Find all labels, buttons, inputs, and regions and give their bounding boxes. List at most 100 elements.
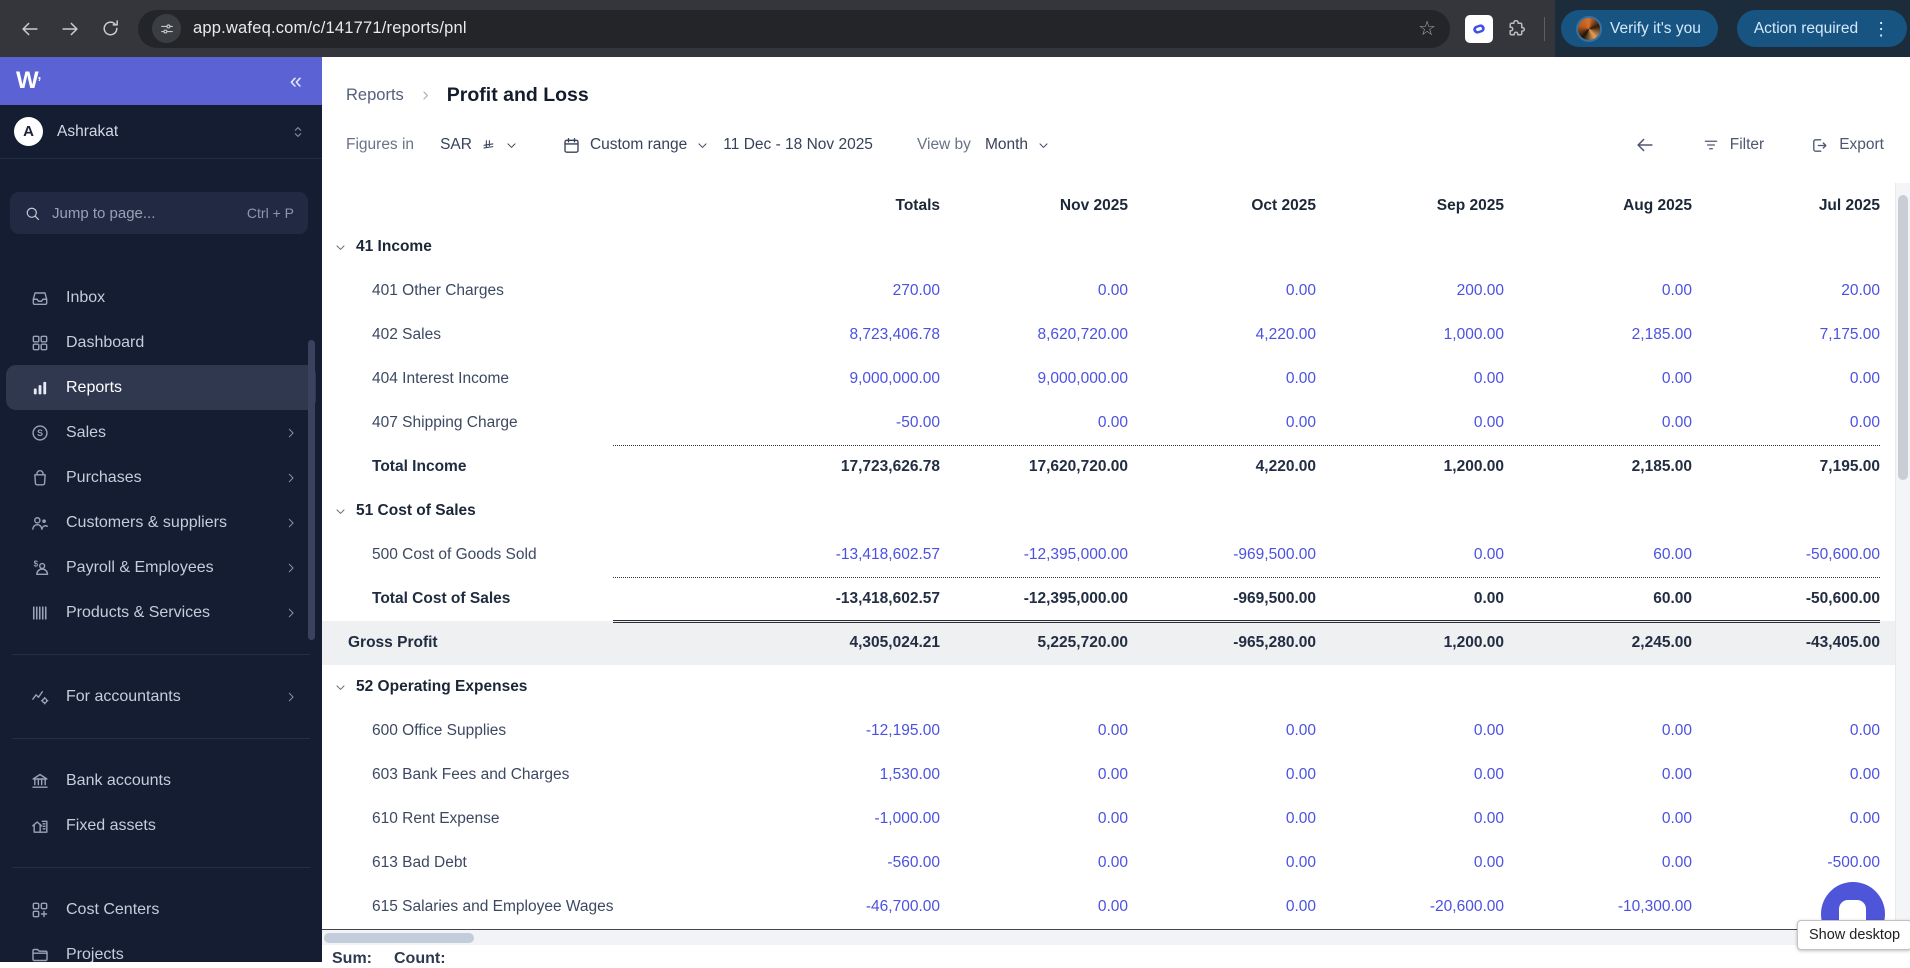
report-toolbar: Figures in SAR Custom range 11 Dec - 18 … [322,127,1910,163]
bookmark-star-icon[interactable]: ☆ [1418,19,1436,39]
account-row[interactable]: 613 Bad Debt -560.00 0.00 0.00 0.00 0.00 -500.… [322,841,1895,885]
export-button[interactable]: Export [1810,136,1884,155]
value-cell: -43,405.00 [1805,634,1880,651]
sidebar-item-customers-suppliers[interactable]: Customers & suppliers [0,500,322,545]
sidebar-divider [12,867,310,868]
fixed-icon [30,816,50,836]
value-cell: 17,620,720.00 [1028,458,1128,475]
value-cell: -50,600.00 [1805,590,1880,607]
value-cell: -12,395,000.00 [1023,590,1128,607]
horizontal-scrollbar[interactable] [322,929,1895,945]
sidebar-item-cost-centers[interactable]: Cost Centers [0,887,322,932]
action-required-button[interactable]: Action required ⋮ [1736,10,1908,47]
kebab-menu-icon[interactable]: ⋮ [1872,20,1890,38]
sidebar-item-reports[interactable]: Reports [6,365,316,410]
breadcrumb-reports[interactable]: Reports [346,86,404,105]
account-row[interactable]: 615 Salaries and Employee Wages -46,700.0… [322,885,1895,929]
value-cell: 0.00 [1285,282,1316,299]
back-arrow-button[interactable] [1634,134,1656,156]
value-cell: 0.00 [1849,414,1880,431]
verify-its-you-button[interactable]: Verify it's you [1561,10,1718,47]
sidebar-item-payroll-employees[interactable]: $ Payroll & Employees [0,545,322,590]
value-cell: 7,175.00 [1819,326,1880,343]
sidebar-item-sales[interactable]: S Sales [0,410,322,455]
table-header-row: Totals Nov 2025 Oct 2025 Sep 2025 Aug 2025 Ju… [322,191,1895,221]
section-row[interactable]: 52 Operating Expenses [322,665,1895,709]
section-row[interactable]: 51 Cost of Sales [322,489,1895,533]
horizontal-scrollbar-thumb[interactable] [324,933,474,943]
sidebar-item-projects[interactable]: Projects [0,932,322,962]
filter-button[interactable]: Filter [1702,136,1764,154]
account-row[interactable]: 600 Office Supplies -12,195.00 0.00 0.00 0.0… [322,709,1895,753]
row-label: 407 Shipping Charge [372,414,518,431]
currency-selector[interactable]: SAR [440,136,518,154]
section-row[interactable]: 41 Income [322,225,1895,269]
workspace-sorter-icon[interactable] [290,124,306,140]
value-cell: -500.00 [1827,854,1880,871]
account-row[interactable]: 402 Sales 8,723,406.78 8,620,720.00 4,220.0… [322,313,1895,357]
svg-text:$: $ [34,559,39,568]
sidebar-item-dashboard[interactable]: Dashboard [0,320,322,365]
chevron-down-icon[interactable] [334,681,347,694]
chevron-down-icon[interactable] [334,505,347,518]
forward-arrow-icon[interactable] [50,9,90,49]
extensions-puzzle-icon[interactable] [1506,18,1527,39]
address-bar[interactable]: app.wafeq.com/c/141771/reports/pnl ☆ [138,9,1450,48]
value-cell: 0.00 [1473,370,1504,387]
account-row[interactable]: 404 Interest Income 9,000,000.00 9,000,000… [322,357,1895,401]
row-label: 52 Operating Expenses [322,678,752,696]
chevron-right-icon [284,606,298,620]
row-label: 613 Bad Debt [372,854,467,871]
collapse-sidebar-icon[interactable]: « [290,70,302,92]
back-arrow-icon[interactable] [10,9,50,49]
value-cell: -50.00 [896,414,940,431]
value-cell: 1,530.00 [879,766,940,783]
extension-app-icon[interactable] [1465,14,1493,43]
value-cell: 0.00 [1473,810,1504,827]
reload-icon[interactable] [90,9,130,49]
value-cell: 0.00 [1849,766,1880,783]
value-cell: -1,000.00 [874,810,941,827]
account-row[interactable]: 500 Cost of Goods Sold -13,418,602.57 -12,… [322,533,1895,577]
payroll-icon: $ [30,558,50,578]
chevron-down-icon[interactable] [334,241,347,254]
value-cell: 9,000,000.00 [1037,370,1128,387]
vertical-scrollbar-thumb[interactable] [1898,195,1908,480]
row-label: 404 Interest Income [372,370,509,387]
account-row[interactable]: 603 Bank Fees and Charges 1,530.00 0.00 0.0… [322,753,1895,797]
site-info-icon[interactable] [152,14,181,43]
sidebar-item-label: For accountants [66,687,181,705]
accountants-icon [30,687,50,707]
value-cell: 0.00 [1661,766,1692,783]
value-cell: 0.00 [1473,414,1504,431]
account-row[interactable]: 610 Rent Expense -1,000.00 0.00 0.00 0.00 0.0… [322,797,1895,841]
account-row[interactable]: 401 Other Charges 270.00 0.00 0.00 200.00 0.0… [322,269,1895,313]
jump-to-page-search[interactable]: Jump to page... Ctrl + P [10,192,308,234]
value-cell: 8,620,720.00 [1037,326,1128,343]
account-row[interactable]: 407 Shipping Charge -50.00 0.00 0.00 0.00 0.0… [322,401,1895,445]
value-cell: 0.00 [1661,282,1692,299]
sidebar-divider [12,738,310,739]
value-cell: 0.00 [1473,766,1504,783]
sidebar-item-products-services[interactable]: Products & Services [0,590,322,635]
extensions-area [1465,14,1545,43]
wafeq-logo[interactable]: W, [16,67,41,95]
value-cell: 0.00 [1849,722,1880,739]
sidebar-item-for-accountants[interactable]: For accountants [0,674,322,719]
view-by-selector[interactable]: Month [985,136,1050,154]
sidebar-item-inbox[interactable]: Inbox [0,275,322,320]
workspace-switcher[interactable]: A Ashrakat [0,105,322,159]
sidebar-item-bank-accounts[interactable]: Bank accounts [0,758,322,803]
date-range-selector[interactable]: Custom range [562,136,709,155]
value-cell: 0.00 [1661,810,1692,827]
sidebar-item-fixed-assets[interactable]: Fixed assets [0,803,322,848]
vertical-scrollbar[interactable] [1895,183,1910,946]
sidebar-item-label: Reports [66,378,123,396]
sidebar-scrollbar[interactable] [308,340,315,640]
value-cell: -46,700.00 [865,898,940,915]
sidebar-item-purchases[interactable]: Purchases [0,455,322,500]
search-icon [24,205,41,222]
sidebar-item-label: Purchases [66,468,142,486]
value-cell: 1,200.00 [1443,458,1504,475]
value-cell: 0.00 [1097,722,1128,739]
